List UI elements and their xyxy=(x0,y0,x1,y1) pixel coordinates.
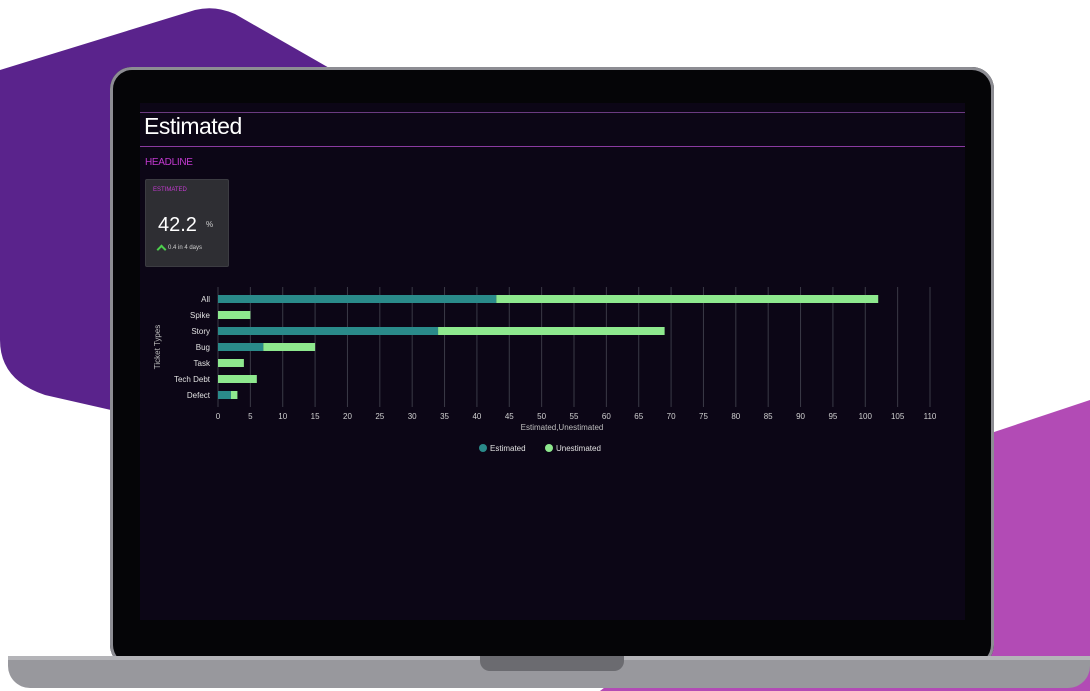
x-tick-label: 75 xyxy=(699,412,708,421)
x-tick-label: 80 xyxy=(731,412,740,421)
x-axis-label: Estimated,Unestimated xyxy=(521,423,604,432)
x-tick-label: 105 xyxy=(891,412,905,421)
x-tick-label: 35 xyxy=(440,412,449,421)
bar-unestimated xyxy=(438,327,665,335)
y-tick-label: All xyxy=(201,295,210,304)
bar-unestimated xyxy=(230,391,238,399)
y-tick-label: Story xyxy=(191,327,210,336)
legend-label-unestimated: Unestimated xyxy=(556,444,601,453)
x-tick-label: 100 xyxy=(859,412,873,421)
x-tick-label: 90 xyxy=(796,412,805,421)
bar-unestimated xyxy=(263,343,316,351)
y-tick-label: Task xyxy=(194,359,211,368)
x-tick-label: 55 xyxy=(570,412,579,421)
legend-label-estimated: Estimated xyxy=(490,444,526,453)
bar-unestimated xyxy=(218,375,257,383)
legend-swatch-estimated xyxy=(479,444,487,452)
bar-estimated xyxy=(218,343,264,351)
x-tick-label: 5 xyxy=(248,412,253,421)
x-tick-label: 70 xyxy=(667,412,676,421)
bar-estimated xyxy=(218,295,497,303)
legend-swatch-unestimated xyxy=(545,444,553,452)
bar-estimated xyxy=(218,327,439,335)
laptop-notch xyxy=(480,656,624,671)
x-tick-label: 10 xyxy=(278,412,287,421)
x-tick-label: 40 xyxy=(472,412,481,421)
x-tick-label: 65 xyxy=(634,412,643,421)
dashboard-screen: Estimated HEADLINE ESTIMATED 42.2 % 0.4 … xyxy=(140,103,965,620)
y-tick-label: Defect xyxy=(187,391,211,400)
bar-estimated xyxy=(218,391,231,399)
x-tick-label: 30 xyxy=(408,412,417,421)
y-tick-label: Tech Debt xyxy=(174,375,211,384)
x-tick-label: 25 xyxy=(375,412,384,421)
x-tick-label: 110 xyxy=(924,412,937,421)
x-tick-label: 0 xyxy=(216,412,221,421)
x-tick-label: 95 xyxy=(828,412,837,421)
x-tick-label: 60 xyxy=(602,412,611,421)
x-tick-label: 50 xyxy=(537,412,546,421)
bar-unestimated xyxy=(218,359,244,367)
bar-unestimated xyxy=(496,295,879,303)
x-tick-label: 45 xyxy=(505,412,514,421)
ticket-types-chart: 0 5 10 15 20 25 30 35 40 45 50 55 60 65 70 75 80 85 90 95 10… xyxy=(153,287,937,453)
y-tick-label: Spike xyxy=(190,311,211,320)
x-tick-label: 20 xyxy=(343,412,352,421)
y-tick-label: Bug xyxy=(196,343,210,352)
bar-unestimated xyxy=(218,311,251,319)
y-axis-label: Ticket Types xyxy=(153,325,162,369)
x-tick-label: 15 xyxy=(311,412,320,421)
x-tick-label: 85 xyxy=(764,412,773,421)
